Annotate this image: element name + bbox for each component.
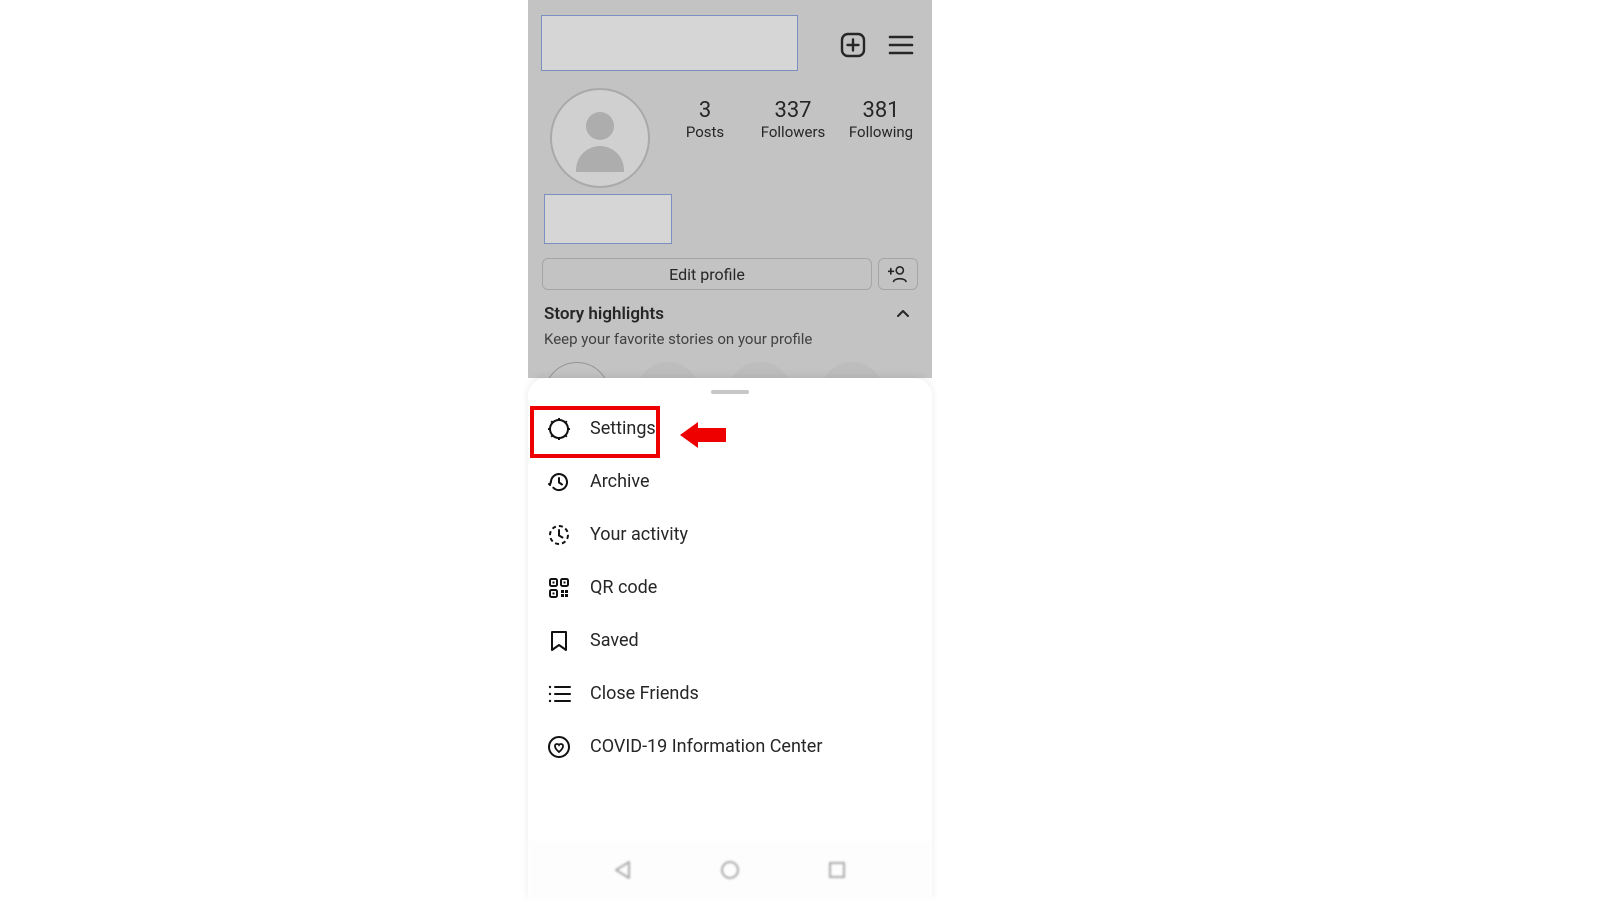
stat-following-count: 381 (836, 98, 926, 123)
close-friends-icon (546, 681, 572, 707)
edit-profile-label: Edit profile (669, 265, 745, 284)
profile-background-dimmed: 3 Posts 337 Followers 381 Following Edit… (528, 0, 932, 378)
chevron-up-icon (896, 308, 910, 318)
phone-frame: 3 Posts 337 Followers 381 Following Edit… (528, 0, 932, 900)
discover-people-button[interactable] (878, 258, 918, 290)
username-redacted-box (541, 15, 798, 71)
stat-following-label: Following (836, 123, 926, 141)
activity-icon (546, 522, 572, 548)
menu-item-label: QR code (590, 577, 657, 598)
menu-item-close-friends[interactable]: Close Friends (528, 667, 932, 720)
menu-item-label: COVID-19 Information Center (590, 736, 822, 757)
menu-item-label: Settings (590, 418, 656, 439)
menu-item-settings[interactable]: Settings (528, 402, 932, 455)
edit-profile-button[interactable]: Edit profile (542, 258, 872, 290)
menu-item-saved[interactable]: Saved (528, 614, 932, 667)
highlight-placeholder (820, 362, 884, 378)
profile-action-row: Edit profile (542, 258, 918, 290)
heart-circle-icon (546, 734, 572, 760)
profile-top-bar (528, 0, 932, 90)
add-user-icon (888, 265, 908, 283)
stat-posts[interactable]: 3 Posts (660, 98, 750, 141)
sheet-drag-handle[interactable] (711, 390, 749, 394)
avatar-placeholder-icon (586, 112, 614, 140)
profile-avatar[interactable] (550, 88, 650, 188)
options-menu-list: Settings Archive (528, 402, 932, 773)
bio-redacted-box (544, 194, 672, 244)
plus-box-icon (839, 31, 867, 59)
stat-followers-count: 337 (748, 98, 838, 123)
create-post-button[interactable] (838, 30, 868, 60)
gear-icon (546, 416, 572, 442)
menu-item-your-activity[interactable]: Your activity (528, 508, 932, 561)
stat-followers-label: Followers (748, 123, 838, 141)
qr-code-icon (546, 575, 572, 601)
highlight-add-new[interactable] (544, 362, 610, 378)
highlight-placeholder (728, 362, 792, 378)
hamburger-menu-button[interactable] (886, 30, 916, 60)
nav-recent-button[interactable] (825, 858, 849, 882)
menu-item-label: Saved (590, 630, 639, 651)
highlight-placeholder (636, 362, 700, 378)
menu-item-archive[interactable]: Archive (528, 455, 932, 508)
menu-item-label: Your activity (590, 524, 688, 545)
menu-item-label: Close Friends (590, 683, 699, 704)
bookmark-icon (546, 628, 572, 654)
stat-posts-count: 3 (660, 98, 750, 123)
story-highlights-title: Story highlights (544, 304, 916, 324)
menu-item-covid-info[interactable]: COVID-19 Information Center (528, 720, 932, 773)
stat-posts-label: Posts (660, 123, 750, 141)
system-nav-bar (528, 840, 932, 900)
nav-home-button[interactable] (718, 858, 742, 882)
menu-icon (888, 34, 914, 56)
stat-following[interactable]: 381 Following (836, 98, 926, 141)
menu-item-label: Archive (590, 471, 650, 492)
profile-stats-row: 3 Posts 337 Followers 381 Following (528, 86, 932, 196)
archive-icon (546, 469, 572, 495)
story-highlights-subtitle: Keep your favorite stories on your profi… (544, 330, 916, 348)
options-sheet: Settings Archive (528, 378, 932, 900)
menu-item-qr-code[interactable]: QR code (528, 561, 932, 614)
story-highlights-section[interactable]: Story highlights Keep your favorite stor… (544, 304, 916, 348)
stat-followers[interactable]: 337 Followers (748, 98, 838, 141)
nav-back-button[interactable] (611, 858, 635, 882)
